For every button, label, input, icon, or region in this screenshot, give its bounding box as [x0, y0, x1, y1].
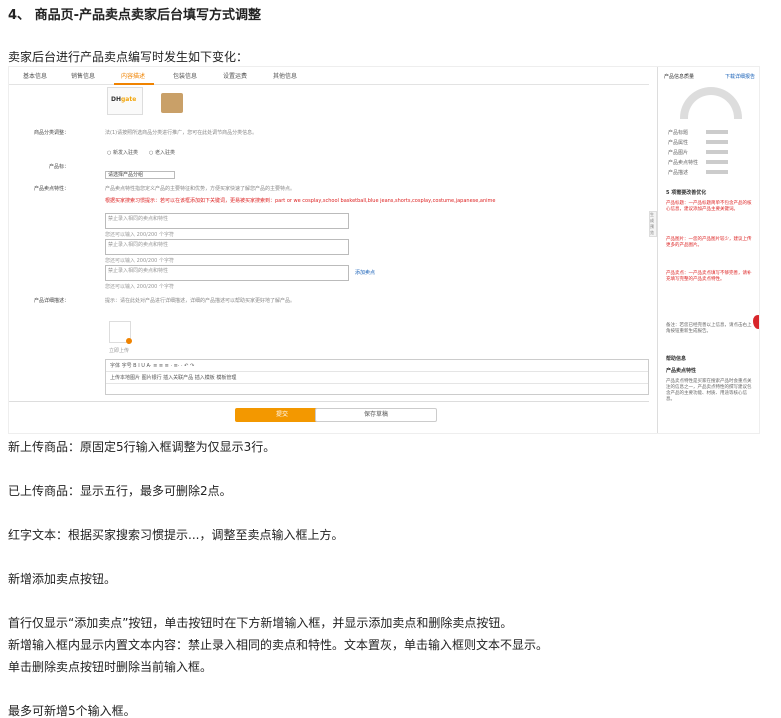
help-subtitle: 产品卖点特性	[666, 368, 697, 374]
tab-basic-info[interactable]: 基本信息	[23, 71, 47, 80]
panel-report-link[interactable]: 下载详细报告	[725, 73, 755, 80]
selling-point-input-2[interactable]: 禁止录入相同的卖点和特性	[105, 239, 349, 255]
note-5: 首行仅显示“添加卖点”按钮，单击按钮时在下方新增输入框，并显示添加卖点和删除卖点…	[8, 616, 513, 630]
tab-shipping[interactable]: 设置运费	[223, 71, 247, 80]
stat-bar	[706, 170, 728, 174]
stat-attr: 产品属性	[668, 140, 689, 146]
detail-hint: 提示：请在此处对产品进行详细描述，详细的产品描述可以帮助买家更好地了解产品。	[105, 298, 296, 304]
group-select[interactable]: 请选择产品分组	[105, 171, 175, 179]
image-caption[interactable]: 立即上传	[109, 347, 129, 354]
char-count-1: 您还可以输入 200/200 个字符	[105, 232, 174, 238]
improve-item-2: 产品图片：一您的产品图片较少，建议上传更多的产品图片。	[666, 237, 752, 248]
note-8: 最多可新增5个输入框。	[8, 704, 136, 718]
save-draft-button[interactable]: 保存草稿	[315, 408, 437, 422]
detail-label: 产品详细描述：	[33, 298, 69, 304]
selling-points-label: 产品卖点特性：	[33, 186, 69, 192]
tab-content-desc[interactable]: 内容描述	[121, 71, 145, 80]
selling-point-input-3[interactable]: 禁止录入相同的卖点和特性	[105, 265, 349, 281]
stat-bar	[706, 160, 728, 164]
intro-text: 卖家后台进行产品卖点编写时发生如下变化：	[8, 50, 249, 64]
search-keyword-hint: 根据买家搜索习惯提示：若可以在该框添加如下关键词，更易被买家搜索到：part o…	[105, 198, 496, 204]
help-text: 产品卖点特性是买家在搜索产品时会重点关注的信息之一，产品卖点特性的撰写建议包含产…	[666, 379, 752, 402]
detail-image[interactable]	[109, 321, 132, 344]
title-label: 产品标：	[48, 164, 69, 170]
edit-badge-icon	[126, 338, 132, 344]
embedded-screenshot: 基本信息 销售信息 内容描述 包装信息 设置运费 其他信息 DHgate 商品分…	[8, 66, 760, 434]
char-count-2: 您还可以输入 200/200 个字符	[105, 258, 174, 264]
note-3: 红字文本：根据买家搜索习惯提示...，调整至卖点输入框上方。	[8, 528, 344, 542]
package-image	[161, 93, 183, 113]
improve-item-1: 产品标题：一产品标题简单不包含产品的核心信息，建议添加产品主要关键词。	[666, 201, 752, 212]
category-label: 商品分类调整：	[33, 130, 69, 136]
stat-bar	[706, 150, 728, 154]
char-count-3: 您还可以输入 200/200 个字符	[105, 284, 174, 290]
editor-toolbar[interactable]: 字体 字号 B I U A· ≡ ≡ ≡ · ≡· · ↶ ↷	[106, 360, 648, 372]
help-section: 帮助信息	[666, 356, 687, 362]
section-heading: 4、 商品页-产品卖点卖家后台填写方式调整	[8, 8, 261, 23]
stat-bar	[706, 130, 728, 134]
improve-item-3: 产品卖点：一产品卖点填写不够完善，请补充填写完整的产品卖点特性。	[666, 271, 752, 282]
stat-desc: 产品描述	[668, 170, 689, 176]
note-7: 单击删除卖点按钮时删除当前输入框。	[8, 660, 213, 674]
tab-package-info[interactable]: 包装信息	[173, 71, 197, 80]
note-6: 新增输入框内显示内置文本内容：禁止录入相同的卖点和特性。文本置灰，单击输入框则文…	[8, 638, 549, 652]
panel-note: 备注：若您已经完善以上信息，请点击右上角按钮重新生成报告。	[666, 323, 752, 334]
stat-image: 产品图片	[668, 150, 689, 156]
panel-title: 产品信息质量	[664, 74, 695, 80]
form-divider	[9, 401, 649, 402]
note-4: 新增添加卖点按钮。	[8, 572, 117, 586]
tab-bar: 基本信息 销售信息 内容描述 包装信息 设置运费 其他信息	[9, 67, 649, 85]
radio-old[interactable]: ○ 老入驻类	[149, 149, 175, 156]
note-2: 已上传商品：显示五行，最多可删除2点。	[8, 484, 232, 498]
tab-sales-info[interactable]: 销售信息	[71, 71, 95, 80]
improve-section: 5 项需要改善优化	[666, 190, 707, 196]
preview-side-tab[interactable]: 生成预览	[649, 211, 657, 237]
stat-title: 产品标题	[668, 130, 689, 136]
active-tab-indicator	[114, 83, 154, 85]
rich-text-editor[interactable]: 字体 字号 B I U A· ≡ ≡ ≡ · ≡· · ↶ ↷ 上传本地图片 图…	[105, 359, 649, 395]
stat-bar	[706, 140, 728, 144]
product-thumbnail[interactable]: DHgate	[107, 87, 143, 115]
add-selling-point-button[interactable]: 添加卖点	[355, 269, 375, 276]
radio-new[interactable]: ○ 新发入驻类	[107, 149, 138, 156]
note-1: 新上传商品：原固定5行输入框调整为仅显示3行。	[8, 440, 276, 454]
tab-other-info[interactable]: 其他信息	[273, 71, 297, 80]
dhgate-logo: DHgate	[111, 96, 137, 103]
stat-points: 产品卖点特性	[668, 160, 699, 166]
selling-points-hint: 产品卖点特性指您定义产品的主要特征和优势，方便买家快速了解您产品的主要特点。	[105, 186, 296, 192]
selling-point-input-1[interactable]: 禁止录入相同的卖点和特性	[105, 213, 349, 229]
editor-actions[interactable]: 上传本地图片 图片银行 插入关联产品 插入模板 模板管理	[106, 372, 648, 384]
quality-panel: 产品信息质量 下载详细报告 产品标题 产品属性 产品图片 产品卖点特性 产品描述…	[657, 67, 759, 433]
mascot-icon	[753, 315, 759, 329]
quality-gauge	[680, 87, 742, 119]
category-hint: 法(1)请按照所选商品分类进行推广，您可在此处调节商品分类信息。	[105, 130, 258, 136]
